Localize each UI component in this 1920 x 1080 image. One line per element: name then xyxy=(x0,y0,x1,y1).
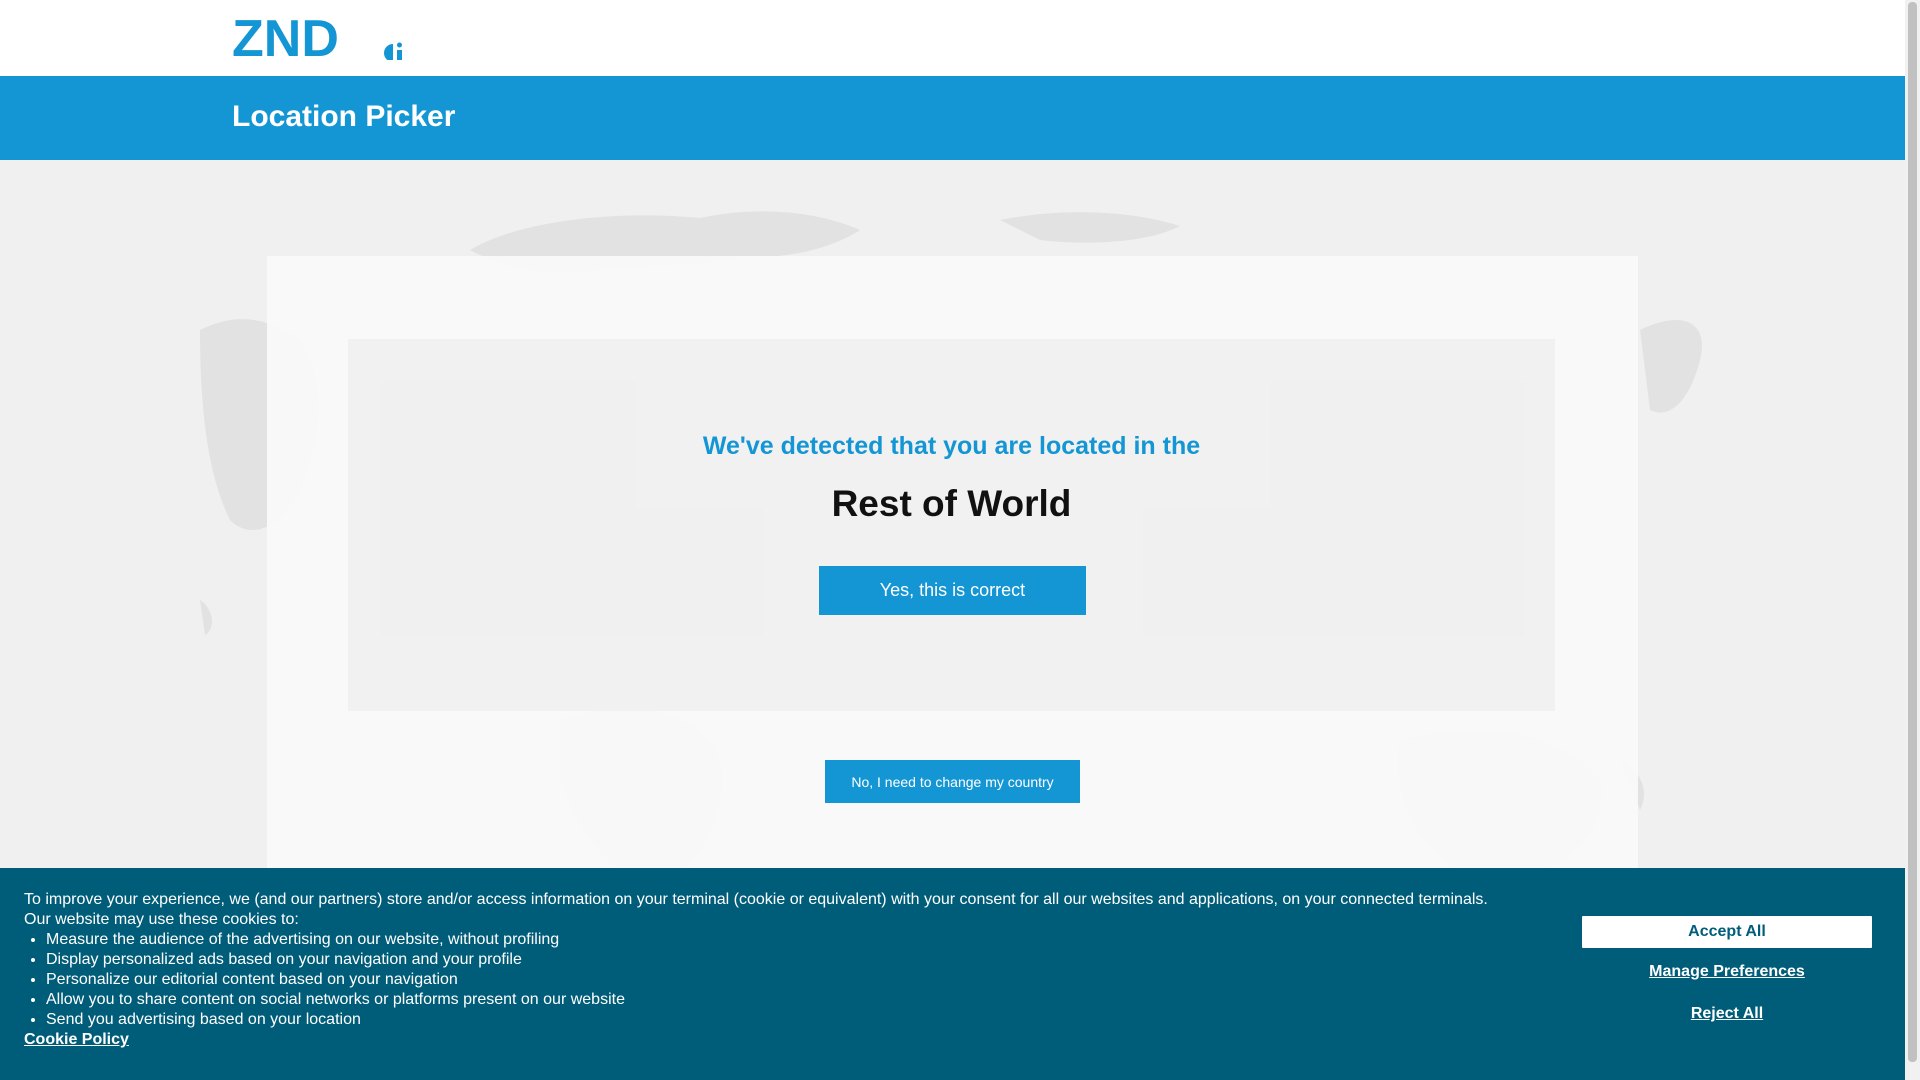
confirm-location-button[interactable]: Yes, this is correct xyxy=(819,566,1086,615)
list-item: Allow you to share content on social net… xyxy=(46,990,1544,1010)
page-title: Location Picker xyxy=(232,100,456,133)
list-item: Personalize our editorial content based … xyxy=(46,970,1544,990)
list-item: Send you advertising based on your locat… xyxy=(46,1010,1544,1030)
cookie-purpose-list: Measure the audience of the advertising … xyxy=(24,930,1544,1030)
vertical-scrollbar[interactable] xyxy=(1905,0,1920,1080)
change-country-button[interactable]: No, I need to change my country xyxy=(825,760,1080,803)
list-item: Measure the audience of the advertising … xyxy=(46,930,1544,950)
list-item: Display personalized ads based on your n… xyxy=(46,950,1544,970)
reject-all-button[interactable]: Reject All xyxy=(1581,1005,1873,1023)
accept-all-button[interactable]: Accept All xyxy=(1581,915,1873,949)
detected-message: We've detected that you are located in t… xyxy=(702,432,1201,460)
site-header: ZND xyxy=(0,0,1905,76)
znd-logo[interactable]: ZND xyxy=(232,16,412,60)
cookie-policy-link[interactable]: Cookie Policy xyxy=(24,1030,129,1050)
title-bar: Location Picker xyxy=(0,76,1905,160)
cookie-banner: To improve your experience, we (and our … xyxy=(0,868,1905,1080)
detected-region: Rest of World xyxy=(831,483,1072,524)
scrollbar-thumb[interactable] xyxy=(1908,2,1917,1062)
manage-preferences-button[interactable]: Manage Preferences xyxy=(1581,963,1873,981)
cookie-intro-2: Our website may use these cookies to: xyxy=(24,911,299,928)
logo-text: ZND xyxy=(232,16,339,60)
cookie-message: To improve your experience, we (and our … xyxy=(24,890,1544,1050)
location-panel: We've detected that you are located in t… xyxy=(348,339,1555,711)
cookie-intro: To improve your experience, we (and our … xyxy=(24,891,1488,908)
